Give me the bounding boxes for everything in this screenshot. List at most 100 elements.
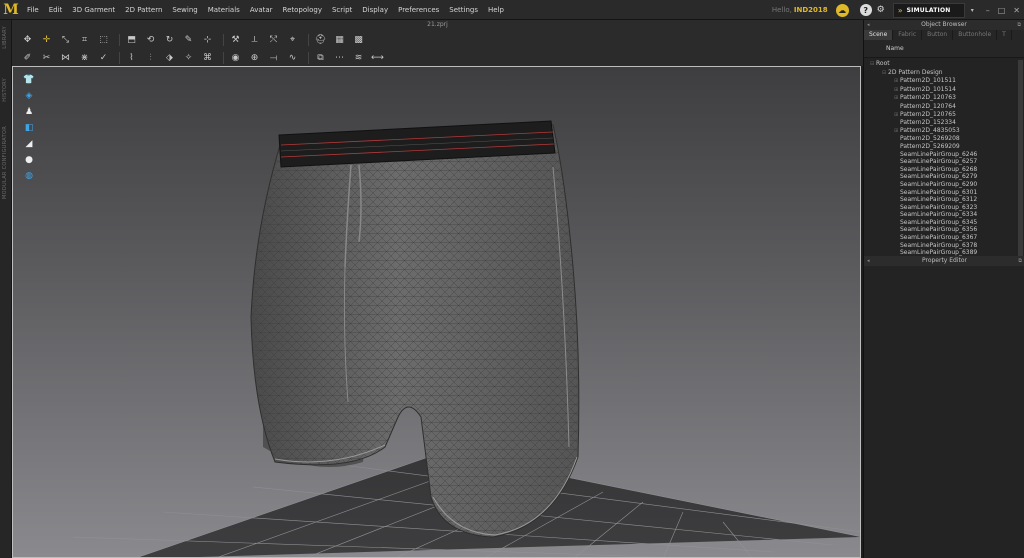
tab-fabric[interactable]: Fabric: [893, 30, 923, 40]
help-icon[interactable]: ?: [859, 4, 872, 16]
history-tab[interactable]: HISTORY: [2, 78, 8, 102]
tab-t[interactable]: T: [997, 30, 1012, 40]
minimize-button[interactable]: –: [982, 6, 994, 15]
texture-mode-icon[interactable]: ◈: [22, 89, 36, 103]
texture-transform-icon[interactable]: ⬗: [162, 51, 177, 65]
tree-item[interactable]: Pattern2D_5269209: [864, 143, 1024, 151]
transform-pattern-icon[interactable]: ✛: [39, 33, 54, 47]
tree-item[interactable]: SeamLinePairGroup_6378: [864, 242, 1024, 250]
menu-2d-pattern[interactable]: 2D Pattern: [120, 0, 167, 20]
menu-sewing[interactable]: Sewing: [167, 0, 202, 20]
tree-item[interactable]: SeamLinePairGroup_6268: [864, 166, 1024, 174]
library-tab[interactable]: LIBRARY: [2, 26, 8, 49]
select-mesh-icon[interactable]: ✐: [20, 51, 35, 65]
measure-icon[interactable]: ⌖: [285, 33, 300, 47]
edit-curve-icon[interactable]: ⌗: [77, 33, 92, 47]
brush-icon[interactable]: ⚒: [228, 33, 243, 47]
tack-icon[interactable]: ⊹: [200, 33, 215, 47]
settings-gear-icon[interactable]: ⚙: [877, 5, 885, 15]
fold-arrangement-icon[interactable]: ⬒: [124, 33, 139, 47]
puckering-icon[interactable]: ≋: [351, 51, 366, 65]
check-sewing-icon[interactable]: ✓: [96, 51, 111, 65]
tree-item[interactable]: ⊞ Pattern2D_120763: [864, 94, 1024, 103]
tree-item[interactable]: ⊞ Pattern2D_101514: [864, 86, 1024, 95]
cloud-sync-icon[interactable]: ☁: [835, 3, 849, 17]
maximize-button[interactable]: □: [994, 6, 1010, 15]
app-logo[interactable]: M: [0, 0, 22, 20]
skin-mode-icon[interactable]: ●: [22, 153, 36, 167]
edit-point-icon[interactable]: ⬚: [96, 33, 111, 47]
pleat-icon[interactable]: ⫶: [143, 51, 158, 65]
free-sewing-icon[interactable]: ⋇: [77, 51, 92, 65]
rotate-icon[interactable]: ↻: [162, 33, 177, 47]
zipper-icon[interactable]: ⟞: [266, 51, 281, 65]
tree-item[interactable]: SeamLinePairGroup_6334: [864, 211, 1024, 219]
pin-property-icon[interactable]: ◂: [867, 256, 870, 266]
piping-icon[interactable]: ∿: [285, 51, 300, 65]
3d-viewport[interactable]: 👕 ◈ ♟ ◧ ◢ ● ◍: [12, 66, 861, 558]
tree-item[interactable]: ⊞ Pattern2D_101511: [864, 77, 1024, 86]
scrollbar-thumb[interactable]: [1018, 60, 1023, 256]
name-column-header[interactable]: Name: [864, 40, 1024, 58]
fold-icon[interactable]: ⌇: [124, 51, 139, 65]
tree-item[interactable]: Pattern2D_5269208: [864, 135, 1024, 143]
tree-item[interactable]: SeamLinePairGroup_6301: [864, 189, 1024, 197]
avatar-display-icon[interactable]: ⛑: [313, 33, 328, 47]
pin-panel-icon[interactable]: ◂: [867, 20, 870, 30]
avatar-mode-icon[interactable]: ♟: [22, 105, 36, 119]
tree-item[interactable]: Pattern2D_152334: [864, 119, 1024, 127]
tab-button[interactable]: Button: [922, 30, 954, 40]
tree-item[interactable]: SeamLinePairGroup_6246: [864, 151, 1024, 159]
mode-dropdown-icon[interactable]: ▾: [971, 7, 974, 14]
menu-file[interactable]: File: [22, 0, 44, 20]
pattern-mode-icon[interactable]: ◢: [22, 137, 36, 151]
graphic-icon[interactable]: ✧: [181, 51, 196, 65]
simulation-mode-selector[interactable]: » SIMULATION: [892, 2, 965, 18]
measure-length-icon[interactable]: ⟷: [370, 51, 385, 65]
pin-icon[interactable]: ✎: [181, 33, 196, 47]
tree-item[interactable]: SeamLinePairGroup_6312: [864, 196, 1024, 204]
modular-configurator-tab[interactable]: MODULAR CONFIGURATOR: [2, 126, 8, 199]
mesh-display-icon[interactable]: ▩: [351, 33, 366, 47]
edit-pattern-icon[interactable]: ⤡: [58, 33, 73, 47]
topstitch-icon[interactable]: ⧉: [313, 51, 328, 65]
reset-icon[interactable]: ⤲: [266, 33, 281, 47]
tree-item[interactable]: Pattern2D_120764: [864, 103, 1024, 111]
menu-display[interactable]: Display: [357, 0, 393, 20]
menu-settings[interactable]: Settings: [444, 0, 483, 20]
seamline-icon[interactable]: ⋯: [332, 51, 347, 65]
grid-icon[interactable]: ⌘: [200, 51, 215, 65]
tree-item[interactable]: SeamLinePairGroup_6290: [864, 181, 1024, 189]
tab-scene[interactable]: Scene: [864, 30, 894, 40]
texture-display-icon[interactable]: ▦: [332, 33, 347, 47]
tree-item[interactable]: SeamLinePairGroup_6356: [864, 226, 1024, 234]
tree-item[interactable]: SeamLinePairGroup_6345: [864, 219, 1024, 227]
button-icon[interactable]: ◉: [228, 51, 243, 65]
gizmo-icon[interactable]: ⟲: [143, 33, 158, 47]
menu-materials[interactable]: Materials: [203, 0, 245, 20]
menu-3d-garment[interactable]: 3D Garment: [67, 0, 120, 20]
select-move-icon[interactable]: ✥: [20, 33, 35, 47]
tree-item[interactable]: ⊞ Pattern2D_120765: [864, 111, 1024, 120]
buttonhole-icon[interactable]: ⊕: [247, 51, 262, 65]
tab-buttonhole[interactable]: Buttonhole: [953, 30, 998, 40]
tree-item[interactable]: SeamLinePairGroup_6257: [864, 158, 1024, 166]
shaded-mode-icon[interactable]: ◧: [22, 121, 36, 135]
garment-display-icon[interactable]: 👕: [22, 73, 36, 87]
tree-scrollbar[interactable]: [1018, 60, 1023, 256]
strengthen-icon[interactable]: ⟂: [247, 33, 262, 47]
popout-property-icon[interactable]: ⧉: [1018, 256, 1022, 266]
menu-retopology[interactable]: Retopology: [278, 0, 327, 20]
popout-icon[interactable]: ⧉: [1017, 20, 1021, 30]
close-button[interactable]: ✕: [1009, 6, 1024, 15]
tree-item[interactable]: ⊞ Pattern2D_4835053: [864, 127, 1024, 136]
tree-item[interactable]: ⊟ Root: [864, 60, 1024, 69]
menu-help[interactable]: Help: [483, 0, 509, 20]
tree-item[interactable]: ⊟ 2D Pattern Design: [864, 69, 1024, 78]
tree-item[interactable]: SeamLinePairGroup_6389: [864, 249, 1024, 256]
tree-item[interactable]: SeamLinePairGroup_6367: [864, 234, 1024, 242]
sewing-icon[interactable]: ✂: [39, 51, 54, 65]
tree-item[interactable]: SeamLinePairGroup_6279: [864, 173, 1024, 181]
segment-sewing-icon[interactable]: ⋈: [58, 51, 73, 65]
menu-preferences[interactable]: Preferences: [393, 0, 444, 20]
